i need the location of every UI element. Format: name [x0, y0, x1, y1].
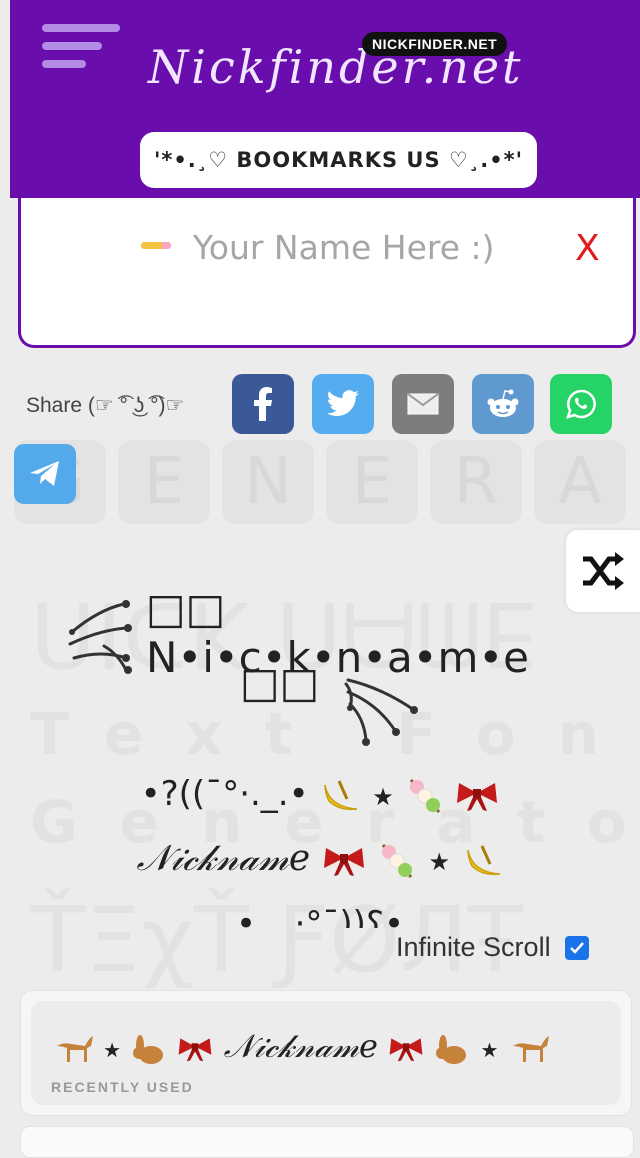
- nickname-result-2[interactable]: •?((¯°·._.• ★: [0, 774, 640, 816]
- banana-icon: [466, 845, 500, 876]
- bow-icon: [457, 782, 498, 811]
- bookmark-button[interactable]: '*•.¸♡ BOOKMARKS US ♡¸.•*': [140, 132, 537, 188]
- recent-nickname[interactable]: ★ 𝒩𝒾𝒸𝓀𝓃𝒶𝓂𝑒 ★: [53, 1027, 549, 1067]
- dango-icon: [409, 778, 440, 813]
- twitter-icon: [327, 390, 359, 417]
- share-label: Share (☞ ͡° ͜ʖ ͡°)☞: [26, 394, 185, 417]
- email-share-button[interactable]: [392, 374, 454, 434]
- logo-tag: NICKFINDER.NET: [362, 32, 508, 56]
- infinite-scroll-label: Infinite Scroll: [396, 932, 551, 962]
- facebook-icon: [254, 387, 272, 421]
- rabbit-icon: [133, 1034, 164, 1064]
- bow-icon: [389, 1037, 423, 1061]
- recently-used-label: RECENTLY USED: [51, 1079, 194, 1095]
- twitter-share-button[interactable]: [312, 374, 374, 434]
- recently-used-card[interactable]: ★ 𝒩𝒾𝒸𝓀𝓃𝒶𝓂𝑒 ★ RECENTLY USED: [20, 990, 632, 1116]
- goat-icon: [512, 1035, 549, 1062]
- firework-icon: [344, 678, 418, 746]
- menu-icon[interactable]: [42, 24, 120, 72]
- pencil-icon: [141, 242, 171, 249]
- next-card: [20, 1126, 634, 1158]
- whatsapp-share-button[interactable]: [550, 374, 612, 434]
- telegram-icon: [30, 461, 59, 486]
- mail-icon: [407, 393, 439, 415]
- banana-icon: [324, 779, 358, 810]
- facebook-share-button[interactable]: [232, 374, 294, 434]
- bow-icon: [179, 1037, 212, 1061]
- infinite-scroll-toggle[interactable]: Infinite Scroll: [396, 932, 589, 963]
- firework-icon: [68, 600, 132, 674]
- bow-icon: [323, 848, 364, 876]
- name-input-box: X: [18, 198, 636, 348]
- nickname-result-3[interactable]: •._.·°¯))؟•: [0, 904, 640, 928]
- nickname-result-1[interactable]: □□ N•i•c•k•n•a•m•e: [146, 584, 616, 682]
- checkmark-icon: [569, 941, 584, 954]
- site-header: Nickfinder.net NICKFINDER.NET '*•.¸♡ BOO…: [10, 0, 640, 198]
- name-input[interactable]: [191, 218, 555, 276]
- telegram-share-button[interactable]: [14, 444, 76, 504]
- rabbit-icon: [436, 1034, 467, 1064]
- clear-button[interactable]: X: [575, 228, 600, 269]
- nickname-result-2-cont[interactable]: 𝒩𝒾𝒸𝓀𝓃𝒶𝓂𝑒 ★: [0, 838, 640, 881]
- goat-icon: [57, 1035, 93, 1062]
- reddit-share-button[interactable]: [472, 374, 534, 434]
- nickname-result-1-cont[interactable]: □□: [240, 658, 340, 707]
- infinite-scroll-checkbox[interactable]: [564, 935, 589, 960]
- dango-icon: [381, 844, 413, 878]
- reddit-icon: [487, 389, 519, 417]
- whatsapp-icon: [566, 389, 596, 419]
